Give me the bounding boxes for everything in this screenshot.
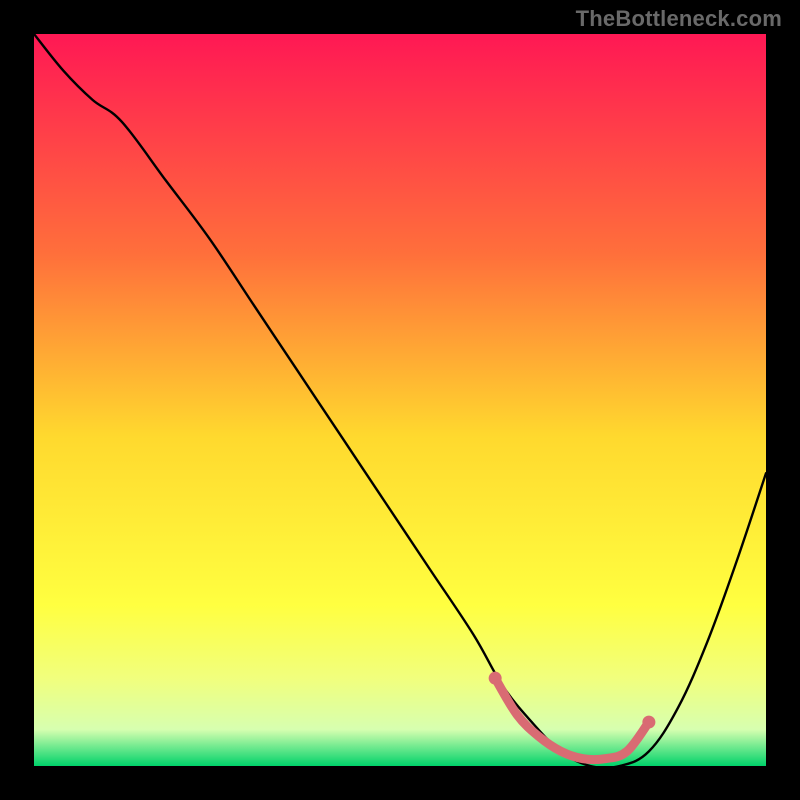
plot-area (34, 34, 766, 766)
optimal-range-start (489, 672, 502, 685)
bottleneck-chart (34, 34, 766, 766)
gradient-background (34, 34, 766, 766)
optimal-range-end (642, 716, 655, 729)
chart-frame: TheBottleneck.com (0, 0, 800, 800)
attribution-label: TheBottleneck.com (576, 6, 782, 32)
